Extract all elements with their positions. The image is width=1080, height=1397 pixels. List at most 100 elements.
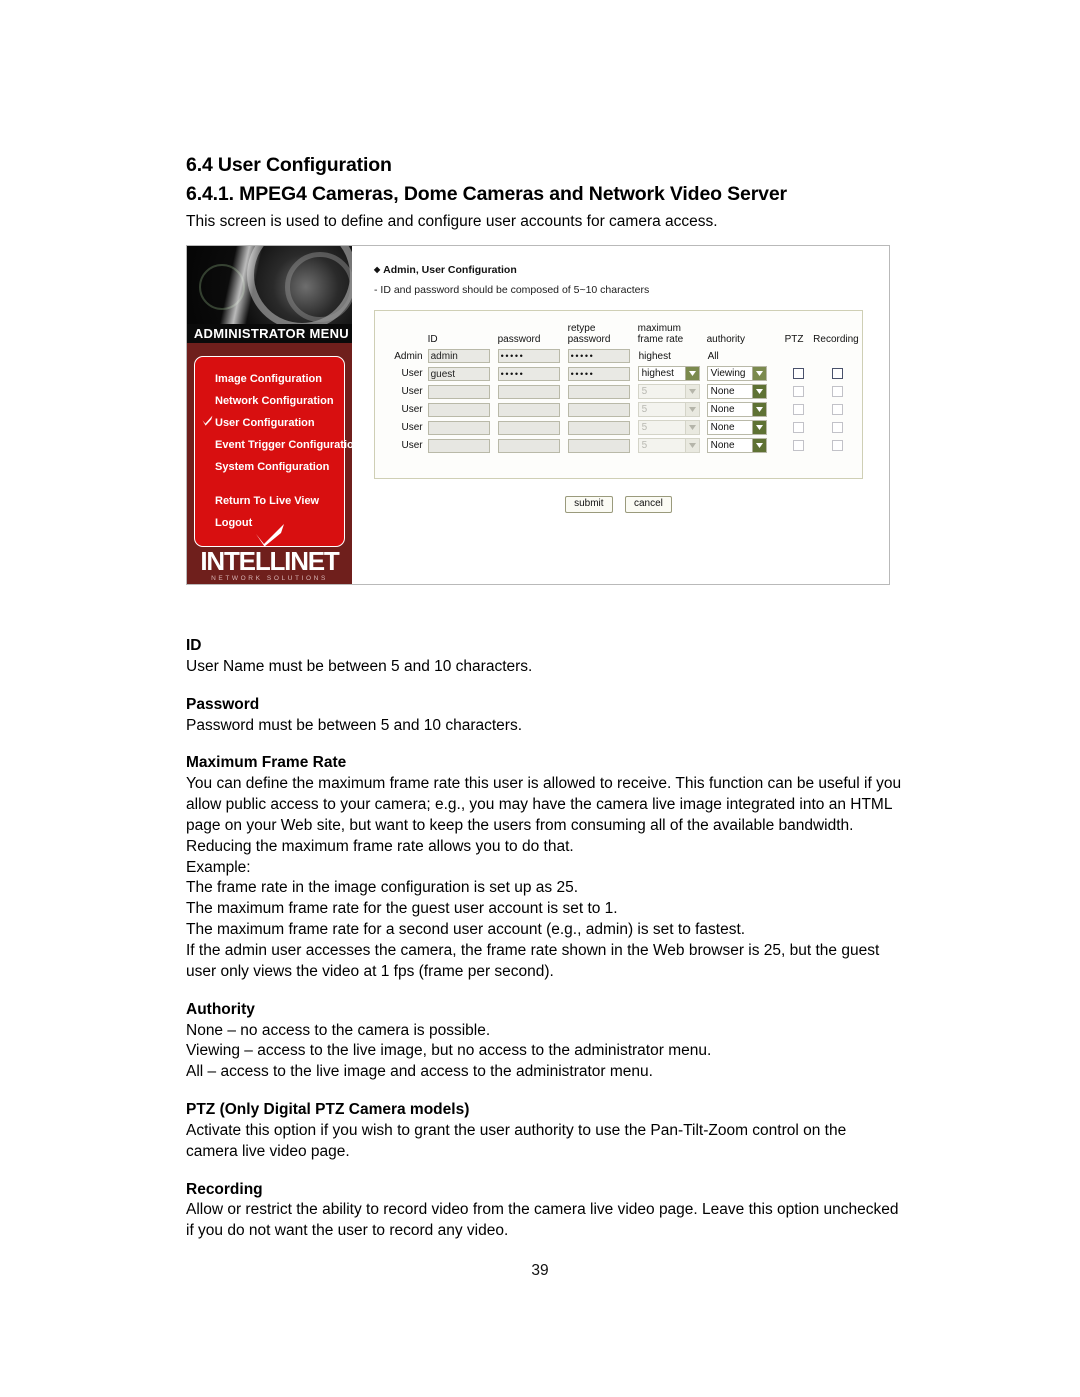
recording-checkbox[interactable]: [832, 440, 844, 451]
recording-checkbox[interactable]: [832, 404, 844, 415]
section-recording: Recording Allow or restrict the ability …: [186, 1180, 902, 1243]
ptz-checkbox[interactable]: [793, 404, 805, 415]
password-field[interactable]: •••••: [497, 349, 560, 363]
ptz-checkbox[interactable]: [793, 386, 805, 397]
frame-rate-select[interactable]: 5: [637, 384, 700, 399]
authority-value: Viewing: [710, 368, 746, 379]
retype-password-field[interactable]: [567, 402, 630, 417]
authority-select[interactable]: None: [706, 402, 767, 417]
frame-rate-select[interactable]: 5: [637, 438, 700, 453]
frame-rate-value: 5: [641, 422, 648, 433]
sidebar-item-label: Return To Live View: [215, 494, 320, 507]
password-field[interactable]: •••••: [497, 366, 560, 381]
authority-select[interactable]: None: [706, 438, 767, 453]
id-field[interactable]: guest: [427, 366, 490, 381]
intellinet-logo: INTELLINET NETWORK SOLUTIONS: [187, 523, 352, 583]
ptz-checkbox[interactable]: [793, 368, 805, 379]
section-paragraph: None – no access to the camera is possib…: [186, 1021, 491, 1039]
brand-tagline: NETWORK SOLUTIONS: [211, 574, 328, 582]
retype-top-label: retype: [567, 322, 596, 334]
recording-checkbox[interactable]: [832, 422, 844, 433]
password-field[interactable]: [497, 402, 560, 417]
retype-password-field[interactable]: •••••: [567, 349, 630, 363]
sidebar-item-user-configuration[interactable]: User Configuration: [195, 412, 344, 434]
sidebar-item-return-to-live-view[interactable]: Return To Live View: [195, 490, 344, 512]
section-paragraph: Viewing – access to the live image, but …: [186, 1042, 712, 1060]
ptz-checkbox[interactable]: [793, 422, 805, 433]
row-role-label: User: [401, 386, 423, 397]
sidebar-item-label: Event Trigger Configuration: [215, 438, 352, 451]
sidebar-item-image-configuration[interactable]: Image Configuration: [195, 368, 344, 390]
frame-rate-value: 5: [641, 440, 648, 451]
section-password: Password Password must be between 5 and …: [186, 695, 902, 737]
frame-rate-select[interactable]: 5: [637, 420, 700, 435]
sidebar-item-network-configuration[interactable]: Network Configuration: [195, 390, 344, 412]
col-retype-password: password: [567, 333, 611, 345]
row-role-label: User: [401, 422, 423, 433]
table-header-top-row: retype maximum: [389, 321, 862, 334]
id-field[interactable]: [427, 438, 490, 453]
section-heading: PTZ (Only Digital PTZ Camera models): [186, 1101, 470, 1119]
section-heading: Recording: [186, 1180, 263, 1198]
section-paragraph: The maximum frame rate for the guest use…: [186, 900, 618, 918]
table-row: User guest ••••• ••••• highest Viewing: [389, 365, 862, 383]
section-paragraph: User Name must be between 5 and 10 chara…: [186, 657, 533, 675]
admin-content-area: ◆ Admin, User Configuration - ID and pass…: [352, 246, 889, 584]
password-field[interactable]: [497, 438, 560, 453]
retype-password-field[interactable]: •••••: [567, 366, 630, 381]
authority-value: None: [710, 404, 735, 415]
body-content: ID User Name must be between 5 and 10 ch…: [186, 636, 902, 1242]
table-row: User 5 None: [389, 401, 862, 419]
id-field[interactable]: [427, 384, 490, 399]
sidebar-item-label: Image Configuration: [215, 372, 322, 385]
section-maximum-frame-rate: Maximum Frame Rate You can define the ma…: [186, 753, 902, 982]
chevron-down-icon: [684, 403, 699, 416]
intro-paragraph: This screen is used to define and config…: [186, 213, 718, 231]
authority-select[interactable]: None: [706, 384, 767, 399]
chevron-down-icon: [751, 385, 766, 398]
page-title: 6.4 User Configuration: [186, 154, 392, 176]
id-field[interactable]: [427, 420, 490, 435]
retype-password-field[interactable]: [567, 420, 630, 435]
maximum-top-label: maximum: [637, 322, 681, 334]
id-field[interactable]: [427, 402, 490, 417]
recording-checkbox[interactable]: [832, 368, 844, 379]
section-authority: Authority None – no access to the camera…: [186, 1000, 902, 1083]
sidebar-item-event-trigger-configuration[interactable]: Event Trigger Configuration: [195, 434, 352, 456]
submit-button[interactable]: submit: [565, 496, 613, 513]
id-field[interactable]: admin: [427, 349, 490, 363]
chevron-down-icon: [751, 439, 766, 452]
section-heading: Password: [186, 695, 260, 713]
authority-select[interactable]: Viewing: [706, 366, 767, 381]
embedded-screenshot: Administrator Menu Image Configuration N…: [186, 245, 890, 585]
section-paragraph: You can define the maximum frame rate th…: [186, 775, 902, 855]
authority-value: None: [710, 386, 735, 397]
chevron-down-icon: [684, 385, 699, 398]
password-field[interactable]: [497, 420, 560, 435]
panel-header: ◆ Admin, User Configuration: [374, 264, 889, 276]
password-field[interactable]: [497, 384, 560, 399]
authority-select[interactable]: None: [706, 420, 767, 435]
page-number: 39: [531, 1262, 549, 1279]
section-ptz: PTZ (Only Digital PTZ Camera models) Act…: [186, 1100, 902, 1163]
retype-password-field[interactable]: [567, 384, 630, 399]
cancel-button[interactable]: cancel: [625, 496, 672, 513]
table-row: User 5 None: [389, 419, 862, 437]
section-paragraph: Activate this option if you wish to gran…: [186, 1121, 847, 1160]
frame-rate-select[interactable]: highest: [637, 366, 700, 381]
section-heading: Authority: [186, 1000, 255, 1018]
col-id: ID: [427, 333, 438, 345]
recording-checkbox[interactable]: [832, 386, 844, 397]
section-heading: ID: [186, 637, 202, 654]
sidebar-item-system-configuration[interactable]: System Configuration: [195, 456, 344, 478]
section-paragraph: All – access to the live image and acces…: [186, 1063, 653, 1081]
row-role-label: User: [401, 404, 423, 415]
frame-rate-select[interactable]: 5: [637, 402, 700, 417]
admin-menu-list: Image Configuration Network Configuratio…: [194, 356, 352, 547]
section-paragraph: The frame rate in the image configuratio…: [186, 879, 579, 897]
form-actions: submit cancel: [374, 493, 863, 513]
chevron-down-icon: [751, 403, 766, 416]
ptz-checkbox[interactable]: [793, 440, 805, 451]
retype-password-field[interactable]: [567, 438, 630, 453]
authority-value: All: [707, 350, 719, 362]
